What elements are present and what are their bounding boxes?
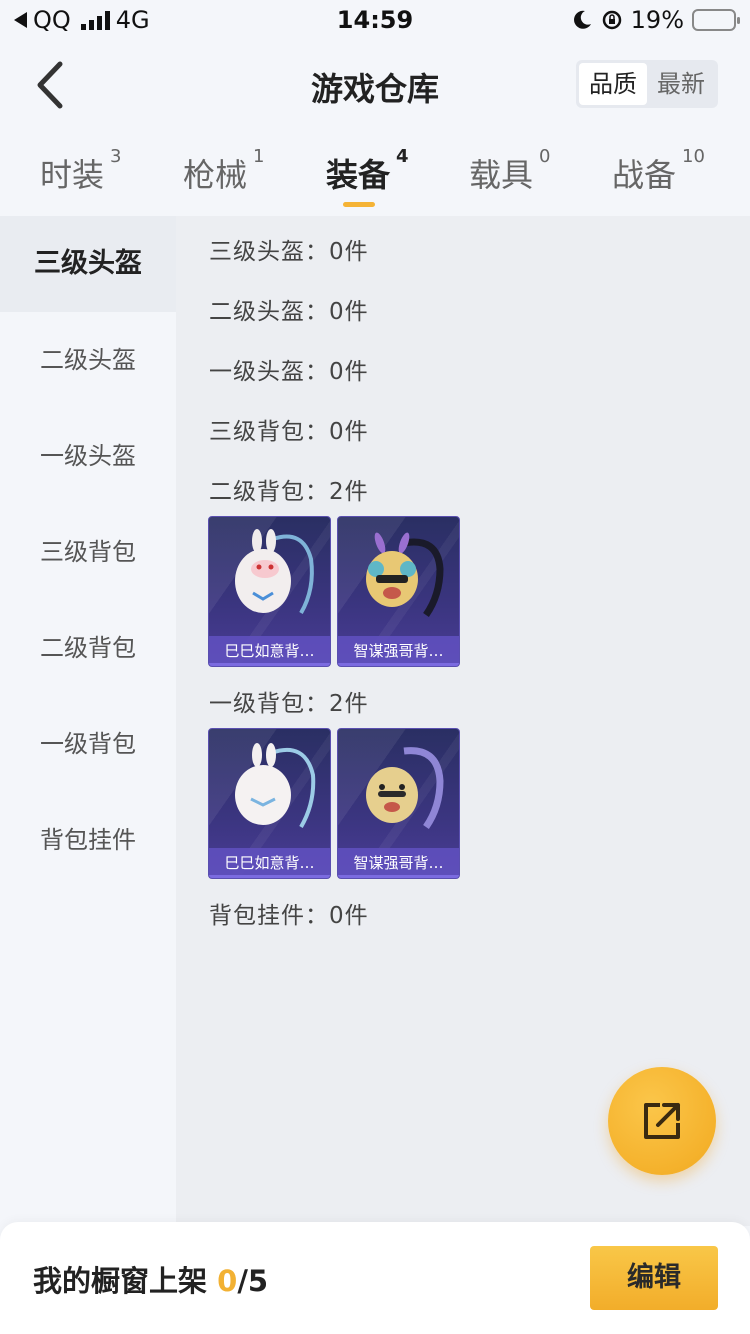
bear-backpack-image (366, 747, 444, 830)
item-card-label: 智谋强哥背… (338, 848, 459, 878)
tab-label: 时装 (40, 156, 105, 194)
item-card[interactable]: 巳巳如意背… (208, 728, 331, 879)
category-header: 背包挂件：0件 (209, 903, 369, 929)
category-header: 一级背包：2件 (209, 691, 369, 717)
tab-count: 1 (253, 146, 265, 168)
tab-guns[interactable]: 枪械 1 (183, 146, 264, 196)
tab-label: 战备 (612, 156, 677, 194)
category-header: 二级头盔：0件 (209, 299, 369, 325)
tab-count: 4 (396, 146, 409, 168)
bear-backpack-image (366, 532, 444, 618)
share-button[interactable] (608, 1067, 716, 1175)
header: 游戏仓库 品质 最新 (0, 40, 750, 130)
tab-count: 0 (539, 146, 551, 168)
sidebar-item-level3-helmet[interactable]: 三级头盔 (0, 216, 176, 312)
tab-fashion[interactable]: 时装 3 (40, 146, 121, 196)
share-external-icon (644, 1103, 680, 1139)
sort-quality-option[interactable]: 品质 (579, 63, 647, 105)
tab-count: 10 (682, 146, 705, 168)
category-header: 三级头盔：0件 (209, 239, 369, 265)
sidebar-item-level3-backpack[interactable]: 三级背包 (0, 504, 176, 600)
tab-count: 3 (110, 146, 122, 168)
active-tab-indicator (343, 202, 375, 207)
tab-label: 枪械 (183, 156, 248, 194)
tab-label: 装备 (326, 156, 391, 194)
item-card-label: 巳巳如意背… (209, 636, 330, 666)
category-header: 一级头盔：0件 (209, 359, 369, 385)
sort-newest-option[interactable]: 最新 (647, 63, 715, 105)
category-tabs: 时装 3 枪械 1 装备 4 载具 0 战备 10 (0, 140, 750, 216)
battery-percent: 19% (630, 6, 684, 34)
tab-equipment[interactable]: 装备 4 (326, 146, 409, 196)
sidebar-item-level1-helmet[interactable]: 一级头盔 (0, 408, 176, 504)
sort-toggle: 品质 最新 (576, 60, 718, 108)
sidebar-item-backpack-charm[interactable]: 背包挂件 (0, 792, 176, 888)
sidebar-item-level1-backpack[interactable]: 一级背包 (0, 696, 176, 792)
sidebar: 三级头盔 二级头盔 一级头盔 三级背包 二级背包 一级背包 背包挂件 (0, 216, 176, 1226)
tab-supplies[interactable]: 战备 10 (612, 146, 705, 196)
edit-button[interactable]: 编辑 (590, 1246, 718, 1310)
tab-label: 载具 (469, 156, 534, 194)
battery-icon (692, 9, 740, 31)
item-grid: 巳巳如意背… 智谋强哥背… (208, 728, 460, 879)
tab-vehicles[interactable]: 载具 0 (469, 146, 550, 196)
item-grid: 巳巳如意背… 智谋强哥背… (208, 516, 460, 667)
rotation-lock-icon (602, 10, 621, 30)
item-card[interactable]: 智谋强哥背… (337, 516, 460, 667)
showcase-total-count: /5 (237, 1264, 269, 1298)
sidebar-item-level2-backpack[interactable]: 二级背包 (0, 600, 176, 696)
showcase-label: 我的橱窗上架 (33, 1264, 208, 1298)
item-card[interactable]: 巳巳如意背… (208, 516, 331, 667)
showcase-status: 我的橱窗上架 0/5 (33, 1258, 268, 1300)
status-right: 19% (571, 6, 740, 34)
category-header: 三级背包：0件 (209, 419, 369, 445)
bottom-bar: 我的橱窗上架 0/5 编辑 (0, 1222, 750, 1334)
item-card-label: 巳巳如意背… (209, 848, 330, 878)
category-header: 二级背包：2件 (209, 479, 369, 505)
bunny-backpack-image (235, 743, 316, 829)
bunny-backpack-image (235, 529, 314, 615)
sidebar-item-level2-helmet[interactable]: 二级头盔 (0, 312, 176, 408)
item-card-label: 智谋强哥背… (338, 636, 459, 666)
item-card[interactable]: 智谋强哥背… (337, 728, 460, 879)
moon-icon (573, 10, 591, 29)
showcase-current-count: 0 (217, 1264, 238, 1298)
status-bar: QQ 4G 14:59 19% (0, 0, 750, 40)
